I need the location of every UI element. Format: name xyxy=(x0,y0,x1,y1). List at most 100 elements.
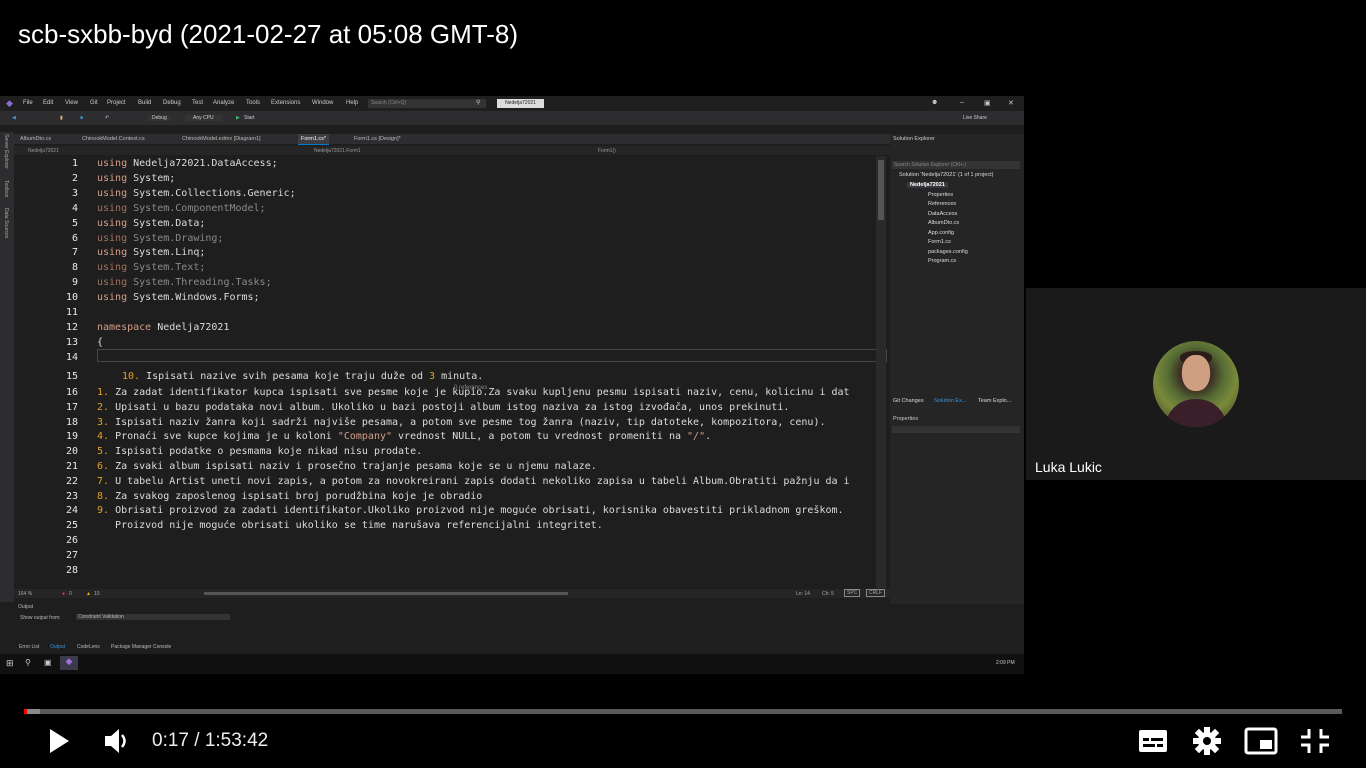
keyword: using xyxy=(97,202,128,214)
play-button[interactable] xyxy=(40,724,76,758)
code-text: System.Windows.Forms; xyxy=(127,292,260,304)
windows-start-icon: ⊞ xyxy=(6,658,14,668)
side-tab-data-sources: Data Sources xyxy=(3,208,9,239)
output-panel: Output Show output from: Constraint Vali… xyxy=(14,602,890,640)
tab-form1-cs: Form1.cs* xyxy=(298,134,330,145)
task-line: 6. Za svaki album ispisati naziv i prose… xyxy=(97,461,597,472)
line-indicator: Ln: 14 xyxy=(796,591,810,597)
tab-error-list: Error List xyxy=(19,644,40,650)
properties-selector xyxy=(892,426,1020,433)
code-line: using System.Drawing; xyxy=(97,233,223,244)
tab-solution-explorer: Solution Ex... xyxy=(934,398,967,404)
properties-panel: Properties xyxy=(890,414,1024,604)
task-line: 5. Ispisati podatke o pesmama koje nikad… xyxy=(97,446,422,457)
warning-count: 10 xyxy=(94,591,100,597)
tree-app-config: App.config xyxy=(928,230,954,236)
properties-title: Properties xyxy=(893,416,919,422)
line-number: 10 xyxy=(65,292,78,304)
task-number: 2. xyxy=(97,401,110,413)
code-text: { xyxy=(97,336,104,348)
video-player[interactable]: scb-sxbb-byd (2021-02-27 at 05:08 GMT-8)… xyxy=(0,0,1366,768)
code-text: System; xyxy=(127,172,176,184)
miniplayer-button[interactable] xyxy=(1243,724,1279,758)
nav-project: Nedelja72021 xyxy=(28,148,59,154)
scrollbar-thumb xyxy=(878,160,884,220)
subtitles-button[interactable] xyxy=(1135,724,1171,758)
code-text: Nedelja72021.DataAccess; xyxy=(127,158,278,169)
document-tabs: AlbumDto.cs ChinookModel.Context.cs Chin… xyxy=(14,134,890,145)
participant-avatar xyxy=(1153,341,1239,427)
settings-button[interactable] xyxy=(1189,724,1225,758)
task-line: 7. U tabelu Artist uneti novi zapis, a p… xyxy=(97,476,850,487)
code-line: using System.Data; xyxy=(97,218,205,229)
current-line-highlight xyxy=(97,349,887,362)
menu-extensions: Extensions xyxy=(271,100,301,106)
line-number: 4 xyxy=(71,202,78,214)
play-icon xyxy=(50,729,69,753)
task-text: vrednost NULL, a potom tu vrednost prome… xyxy=(392,431,688,443)
tab-form1-design: Form1.cs [Design]* xyxy=(354,136,401,142)
line-number: 18 xyxy=(65,416,78,428)
navigation-bar: Nedelja72021 Nedelja72021.Form1 Form1() xyxy=(14,146,890,155)
side-tab-server-explorer: Server Explorer xyxy=(3,134,9,169)
code-text: System.Collections.Generic; xyxy=(127,187,296,199)
task-number: 1. xyxy=(97,387,110,398)
warning-icon: ▲ xyxy=(86,591,91,597)
line-number: 23 xyxy=(65,490,78,502)
horizontal-scrollbar xyxy=(204,592,568,595)
task-line: 2. Upisati u bazu podataka novi album. U… xyxy=(97,402,789,413)
task-text: Ispisati naziv žanra koji sadrži najviše… xyxy=(109,416,826,428)
spc-indicator: SPC xyxy=(844,589,861,597)
platform-select: Any CPU xyxy=(185,115,222,121)
code-line: using System.Text; xyxy=(97,262,205,273)
line-number: 21 xyxy=(65,461,78,472)
time-display: 0:17 / 1:53:42 xyxy=(152,730,269,751)
task-text: Proizvod nije moguće obrisati ukoliko se… xyxy=(97,520,603,532)
taskbar-clock: 2:09 PM xyxy=(996,660,1015,666)
line-number: 9 xyxy=(71,277,78,289)
tree-properties: Properties xyxy=(928,192,954,198)
tab-package-manager: Package Manager Console xyxy=(111,644,172,650)
menu-view: View xyxy=(65,100,78,106)
task-text: Obrisati proizvod za zadati identifikato… xyxy=(109,505,844,517)
tab-git-changes: Git Changes xyxy=(893,398,924,404)
config-select: Debug xyxy=(148,115,171,121)
menu-file: File xyxy=(23,100,33,106)
progress-bar[interactable] xyxy=(24,709,1342,714)
code-text: Nedelja72021 xyxy=(151,321,230,333)
tree-dataaccess: DataAccess xyxy=(928,211,958,217)
visual-studio-logo-icon: ◆ xyxy=(6,98,13,108)
duration: 1:53:42 xyxy=(204,730,269,751)
task-text: Ispisati podatke o pesmama koje nikad ni… xyxy=(109,446,423,458)
progress-played xyxy=(24,709,28,714)
task-text-end: minuta. xyxy=(435,371,484,382)
exit-fullscreen-icon xyxy=(1301,729,1329,753)
tab-chinook-edmx: ChinookModel.edmx [Diagram1] xyxy=(182,136,261,142)
mute-button[interactable] xyxy=(100,724,136,758)
project-badge: Nedelja72021 xyxy=(497,99,544,108)
code-line: using System.ComponentModel; xyxy=(97,203,266,214)
code-editor: 1 using Nedelja72021.DataAccess; 2 using Sy… xyxy=(14,156,887,586)
code-text: System.Text; xyxy=(127,262,206,274)
keyword: using xyxy=(97,247,128,259)
live-share-label: Live Share xyxy=(963,115,987,121)
code-line-15: 10. Ispisati nazive svih pesama koje tra… xyxy=(122,371,483,382)
tab-codelens: CodeLens xyxy=(77,644,100,650)
keyword: using xyxy=(97,187,128,199)
task-text: U tabelu Artist uneti novi zapis, a poto… xyxy=(109,475,850,487)
task-line: 4. Pronaći sve kupce kojima je u koloni … xyxy=(97,431,711,442)
task-line: 9. Obrisati proizvod za zadati identifik… xyxy=(97,505,844,516)
code-text: System.Data; xyxy=(127,217,206,229)
menu-edit: Edit xyxy=(43,100,54,106)
code-line: using System; xyxy=(97,173,175,184)
line-number: 8 xyxy=(71,262,78,274)
settings-icon xyxy=(1193,727,1221,755)
keyword: using xyxy=(97,292,128,304)
menu-git: Git xyxy=(90,100,98,106)
line-number: 12 xyxy=(65,321,78,333)
exit-fullscreen-button[interactable] xyxy=(1297,724,1333,758)
keyword: namespace xyxy=(97,321,152,333)
line-number: 27 xyxy=(65,549,78,561)
task-number: 7. xyxy=(97,475,110,487)
keyword: using xyxy=(97,262,128,274)
